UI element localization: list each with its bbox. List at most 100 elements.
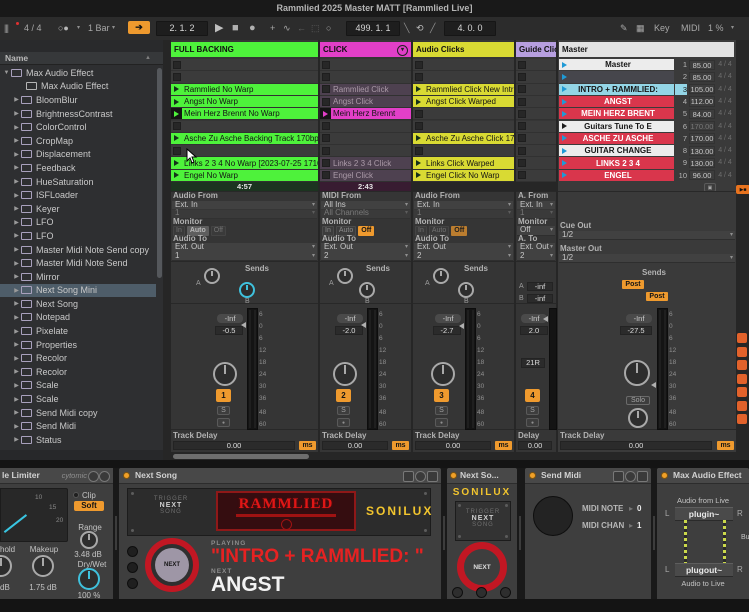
led-button-1[interactable] bbox=[127, 546, 138, 557]
clip-slot[interactable]: Engel Click No Warp bbox=[413, 170, 514, 182]
arm-button[interactable]: ● bbox=[217, 418, 230, 427]
record-button[interactable]: ● bbox=[249, 17, 256, 39]
scene-tempo[interactable]: 84.00 bbox=[689, 109, 715, 119]
fader-position-marker[interactable] bbox=[361, 322, 366, 328]
browser-item[interactable]: ▶Mirror bbox=[0, 270, 156, 284]
expand-icon[interactable]: ▶ bbox=[12, 260, 21, 267]
clip-stop-button[interactable] bbox=[413, 59, 424, 70]
range-knob[interactable] bbox=[80, 531, 98, 549]
next-song-button[interactable]: NEXT bbox=[457, 542, 507, 592]
send-b-value[interactable]: -inf bbox=[527, 294, 553, 303]
clip-stop-button[interactable] bbox=[320, 145, 331, 156]
clip-stop-button[interactable] bbox=[413, 71, 424, 82]
browser-item[interactable]: ▶Recolor bbox=[0, 365, 156, 379]
stop-all-clips-button[interactable]: ▶■ bbox=[736, 185, 749, 194]
send-b-knob[interactable] bbox=[359, 282, 375, 298]
quantize-menu[interactable]: 1 Bar bbox=[88, 17, 110, 39]
scene-9[interactable]: LINKS 2 3 4 bbox=[559, 157, 674, 168]
volume-value[interactable]: 2.0 bbox=[520, 326, 548, 335]
expand-icon[interactable]: ▶ bbox=[12, 341, 21, 348]
clip-stop-button[interactable] bbox=[320, 121, 331, 132]
arm-button[interactable]: ● bbox=[337, 418, 350, 427]
scene-scroll-marker[interactable] bbox=[737, 360, 747, 370]
fold-icon[interactable] bbox=[403, 471, 414, 482]
expand-icon[interactable]: ▶ bbox=[12, 164, 21, 171]
browser-item[interactable]: Max Audio Effect bbox=[0, 80, 156, 94]
clip-launch-button[interactable] bbox=[171, 108, 182, 119]
track-delay-value[interactable]: 0.00 bbox=[560, 441, 712, 450]
arm-button[interactable]: ● bbox=[435, 418, 448, 427]
track-activator-button[interactable]: 3 bbox=[434, 389, 449, 402]
monitor-off-button[interactable]: Off bbox=[211, 226, 226, 236]
session-horizontal-scrollbar[interactable] bbox=[173, 454, 309, 459]
browser-item[interactable]: ▶Notepad bbox=[0, 311, 156, 325]
fold-icon[interactable] bbox=[613, 471, 624, 482]
clip-slot[interactable] bbox=[516, 71, 556, 83]
scene-scroll-marker[interactable] bbox=[737, 374, 747, 384]
expand-icon[interactable]: ▶ bbox=[12, 314, 21, 321]
clip-stop-button[interactable] bbox=[413, 121, 424, 132]
volume-value[interactable]: -27.5 bbox=[620, 326, 652, 335]
expand-icon[interactable]: ▶ bbox=[12, 219, 21, 226]
clip-slot[interactable] bbox=[320, 121, 411, 133]
clip-stop-button[interactable] bbox=[171, 145, 182, 156]
hot-swap-icon[interactable] bbox=[625, 471, 636, 482]
browser-item[interactable]: ▶HueSaturation bbox=[0, 175, 156, 189]
expand-icon[interactable]: ▶ bbox=[12, 205, 21, 212]
clip-stop-button[interactable] bbox=[320, 133, 331, 144]
clip-slot[interactable]: Links Click Warped bbox=[413, 157, 514, 169]
clip-slot[interactable]: Angst Click bbox=[320, 96, 411, 108]
clip-stop-button[interactable] bbox=[171, 59, 182, 70]
clip-stop-button[interactable] bbox=[320, 71, 331, 82]
clip-slot[interactable] bbox=[516, 133, 556, 145]
expand-icon[interactable]: ▶ bbox=[12, 300, 21, 307]
loop-length[interactable]: 4. 0. 0 bbox=[444, 21, 496, 36]
device-on-led[interactable] bbox=[450, 472, 457, 479]
punch-in-icon[interactable]: ╲ bbox=[404, 17, 409, 39]
scene-time-signature[interactable]: 4 / 4 bbox=[716, 145, 734, 156]
browser-item[interactable]: ▶Feedback bbox=[0, 161, 156, 175]
re-enable-automation-icon[interactable]: ← bbox=[297, 17, 306, 39]
clip-slot[interactable]: Asche Zu Asche Backing Track 170bpm bbox=[171, 133, 318, 145]
solo-button[interactable]: S bbox=[526, 406, 539, 415]
led-button-3[interactable] bbox=[127, 578, 138, 589]
browser-item[interactable]: ▶BrightnessContrast bbox=[0, 107, 156, 121]
scene-scroll-marker[interactable] bbox=[737, 347, 747, 357]
clip-slot[interactable] bbox=[516, 157, 556, 169]
expand-icon[interactable]: ▶ bbox=[12, 137, 21, 144]
max-audio-effect-title-bar[interactable]: Max Audio Effect bbox=[657, 468, 749, 484]
browser-item[interactable]: ▶LFO bbox=[0, 229, 156, 243]
clip-stop-button[interactable] bbox=[516, 170, 527, 181]
clip-slot[interactable] bbox=[516, 170, 556, 182]
device-on-led[interactable] bbox=[661, 472, 668, 479]
pan-knob[interactable] bbox=[333, 362, 357, 386]
metronome-icon[interactable]: ○● bbox=[58, 17, 69, 39]
clip-launch-button[interactable] bbox=[171, 170, 182, 181]
cpu-dropdown-icon[interactable]: ▾ bbox=[731, 17, 734, 39]
scene-time-signature[interactable]: 4 / 4 bbox=[716, 71, 734, 82]
volume-value[interactable]: -0.5 bbox=[215, 326, 243, 335]
ms-toggle-button[interactable]: ms bbox=[299, 441, 316, 450]
output-channel-select[interactable]: 2▾ bbox=[517, 252, 555, 262]
clip-slot[interactable] bbox=[171, 59, 318, 71]
clip-stop-button[interactable] bbox=[516, 59, 527, 70]
scene-tempo[interactable]: 85.00 bbox=[689, 72, 715, 82]
metronome-dropdown-icon[interactable]: ▾ bbox=[77, 17, 80, 39]
monitor-off-button[interactable]: Off bbox=[358, 226, 374, 236]
track-header[interactable]: FULL BACKING bbox=[171, 42, 318, 57]
clip-stop-button[interactable] bbox=[516, 133, 527, 144]
browser-item[interactable]: ▼Max Audio Effect bbox=[0, 66, 156, 80]
track-header[interactable]: Guide Clic bbox=[516, 42, 556, 57]
scene-tempo[interactable]: 170.00 bbox=[689, 133, 715, 143]
ms-toggle-button[interactable]: ms bbox=[717, 441, 734, 450]
clip-slot[interactable] bbox=[516, 108, 556, 120]
expand-icon[interactable]: ▶ bbox=[12, 178, 21, 185]
scene-3[interactable]: INTRO + RAMMLIED: bbox=[559, 84, 674, 95]
expand-icon[interactable]: ▶ bbox=[12, 368, 21, 375]
track-activator-button[interactable]: 2 bbox=[336, 389, 351, 402]
browser-item[interactable]: ▶Displacement bbox=[0, 148, 156, 162]
scene-time-signature[interactable]: 4 / 4 bbox=[716, 121, 734, 132]
scene-1[interactable]: Master bbox=[559, 59, 674, 70]
pan-knob[interactable] bbox=[624, 360, 650, 386]
pan-knob[interactable] bbox=[213, 362, 237, 386]
